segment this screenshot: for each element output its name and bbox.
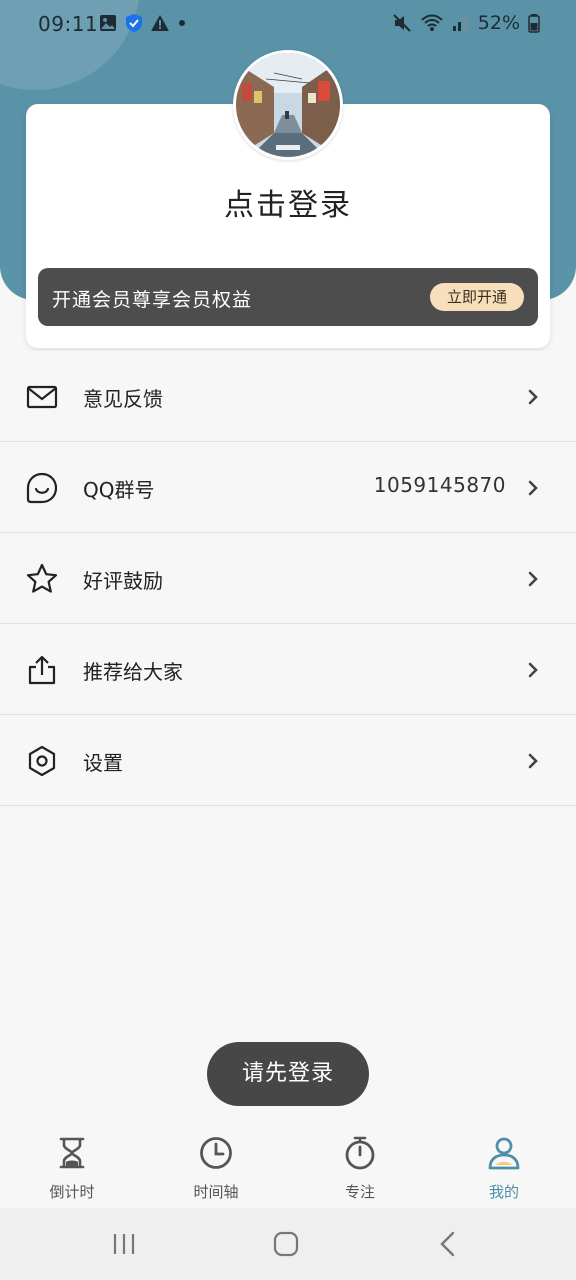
chevron-right-icon — [528, 753, 538, 769]
back-icon[interactable] — [428, 1230, 468, 1258]
share-icon — [28, 655, 56, 685]
warning-notification-icon — [151, 15, 169, 31]
tab-timeline[interactable]: 时间轴 — [144, 1122, 288, 1208]
hourglass-icon — [59, 1137, 85, 1169]
qq-group-number: 1059145870 — [373, 473, 506, 497]
menu-item-label: 意见反馈 — [83, 387, 163, 411]
settings-hexagon-icon — [28, 745, 56, 777]
gallery-notification-icon — [100, 15, 116, 31]
vip-banner[interactable]: 开通会员尊享会员权益 立即开通 — [38, 268, 538, 326]
shield-notification-icon — [126, 14, 142, 32]
tab-countdown[interactable]: 倒计时 — [0, 1122, 144, 1208]
tab-focus[interactable]: 专注 — [288, 1122, 432, 1208]
chevron-right-icon — [528, 389, 538, 405]
status-bar: 09:11 52% — [0, 0, 576, 48]
menu-item-label: 好评鼓励 — [83, 569, 163, 593]
menu-item-label: 推荐给大家 — [83, 660, 183, 684]
signal-icon — [452, 14, 469, 31]
chevron-right-icon — [528, 662, 538, 678]
system-navigation-bar — [0, 1208, 576, 1280]
vip-banner-text: 开通会员尊享会员权益 — [52, 289, 253, 311]
wifi-icon — [421, 14, 443, 31]
mute-icon — [393, 14, 411, 32]
mail-icon — [26, 385, 58, 409]
menu-list: 意见反馈 QQ群号 1059145870 好评鼓励 推荐给大家 设置 — [0, 351, 576, 806]
menu-item-settings[interactable]: 设置 — [0, 715, 576, 806]
home-icon[interactable] — [266, 1230, 306, 1258]
avatar[interactable] — [233, 50, 343, 160]
star-icon — [26, 563, 58, 593]
chevron-right-icon — [528, 480, 538, 496]
tab-label: 时间轴 — [193, 1183, 239, 1201]
status-time: 09:11 — [38, 12, 99, 36]
menu-item-label: 设置 — [83, 751, 123, 775]
menu-item-label: QQ群号 — [83, 478, 155, 502]
person-icon — [488, 1137, 520, 1170]
menu-item-qq-group[interactable]: QQ群号 1059145870 — [0, 442, 576, 533]
battery-percentage: 52% — [477, 12, 520, 34]
battery-icon — [528, 14, 540, 33]
tab-label: 倒计时 — [49, 1183, 95, 1201]
menu-item-feedback[interactable]: 意见反馈 — [0, 351, 576, 442]
clock-icon — [200, 1137, 232, 1169]
tab-label: 我的 — [488, 1183, 519, 1201]
bottom-navigation: 倒计时 时间轴 专注 我的 — [0, 1122, 576, 1208]
dot-notification-icon — [179, 20, 185, 26]
chat-face-icon — [26, 472, 58, 504]
login-title[interactable]: 点击登录 — [0, 180, 576, 224]
menu-item-share[interactable]: 推荐给大家 — [0, 624, 576, 715]
tab-mine[interactable]: 我的 — [432, 1122, 576, 1208]
menu-item-rate[interactable]: 好评鼓励 — [0, 533, 576, 624]
tab-label: 专注 — [344, 1183, 375, 1201]
recent-apps-icon[interactable] — [104, 1230, 144, 1258]
vip-open-button[interactable]: 立即开通 — [430, 283, 524, 311]
street-photo-image — [236, 53, 340, 157]
login-required-toast: 请先登录 — [207, 1042, 369, 1106]
stopwatch-icon — [345, 1136, 375, 1170]
chevron-right-icon — [528, 571, 538, 587]
